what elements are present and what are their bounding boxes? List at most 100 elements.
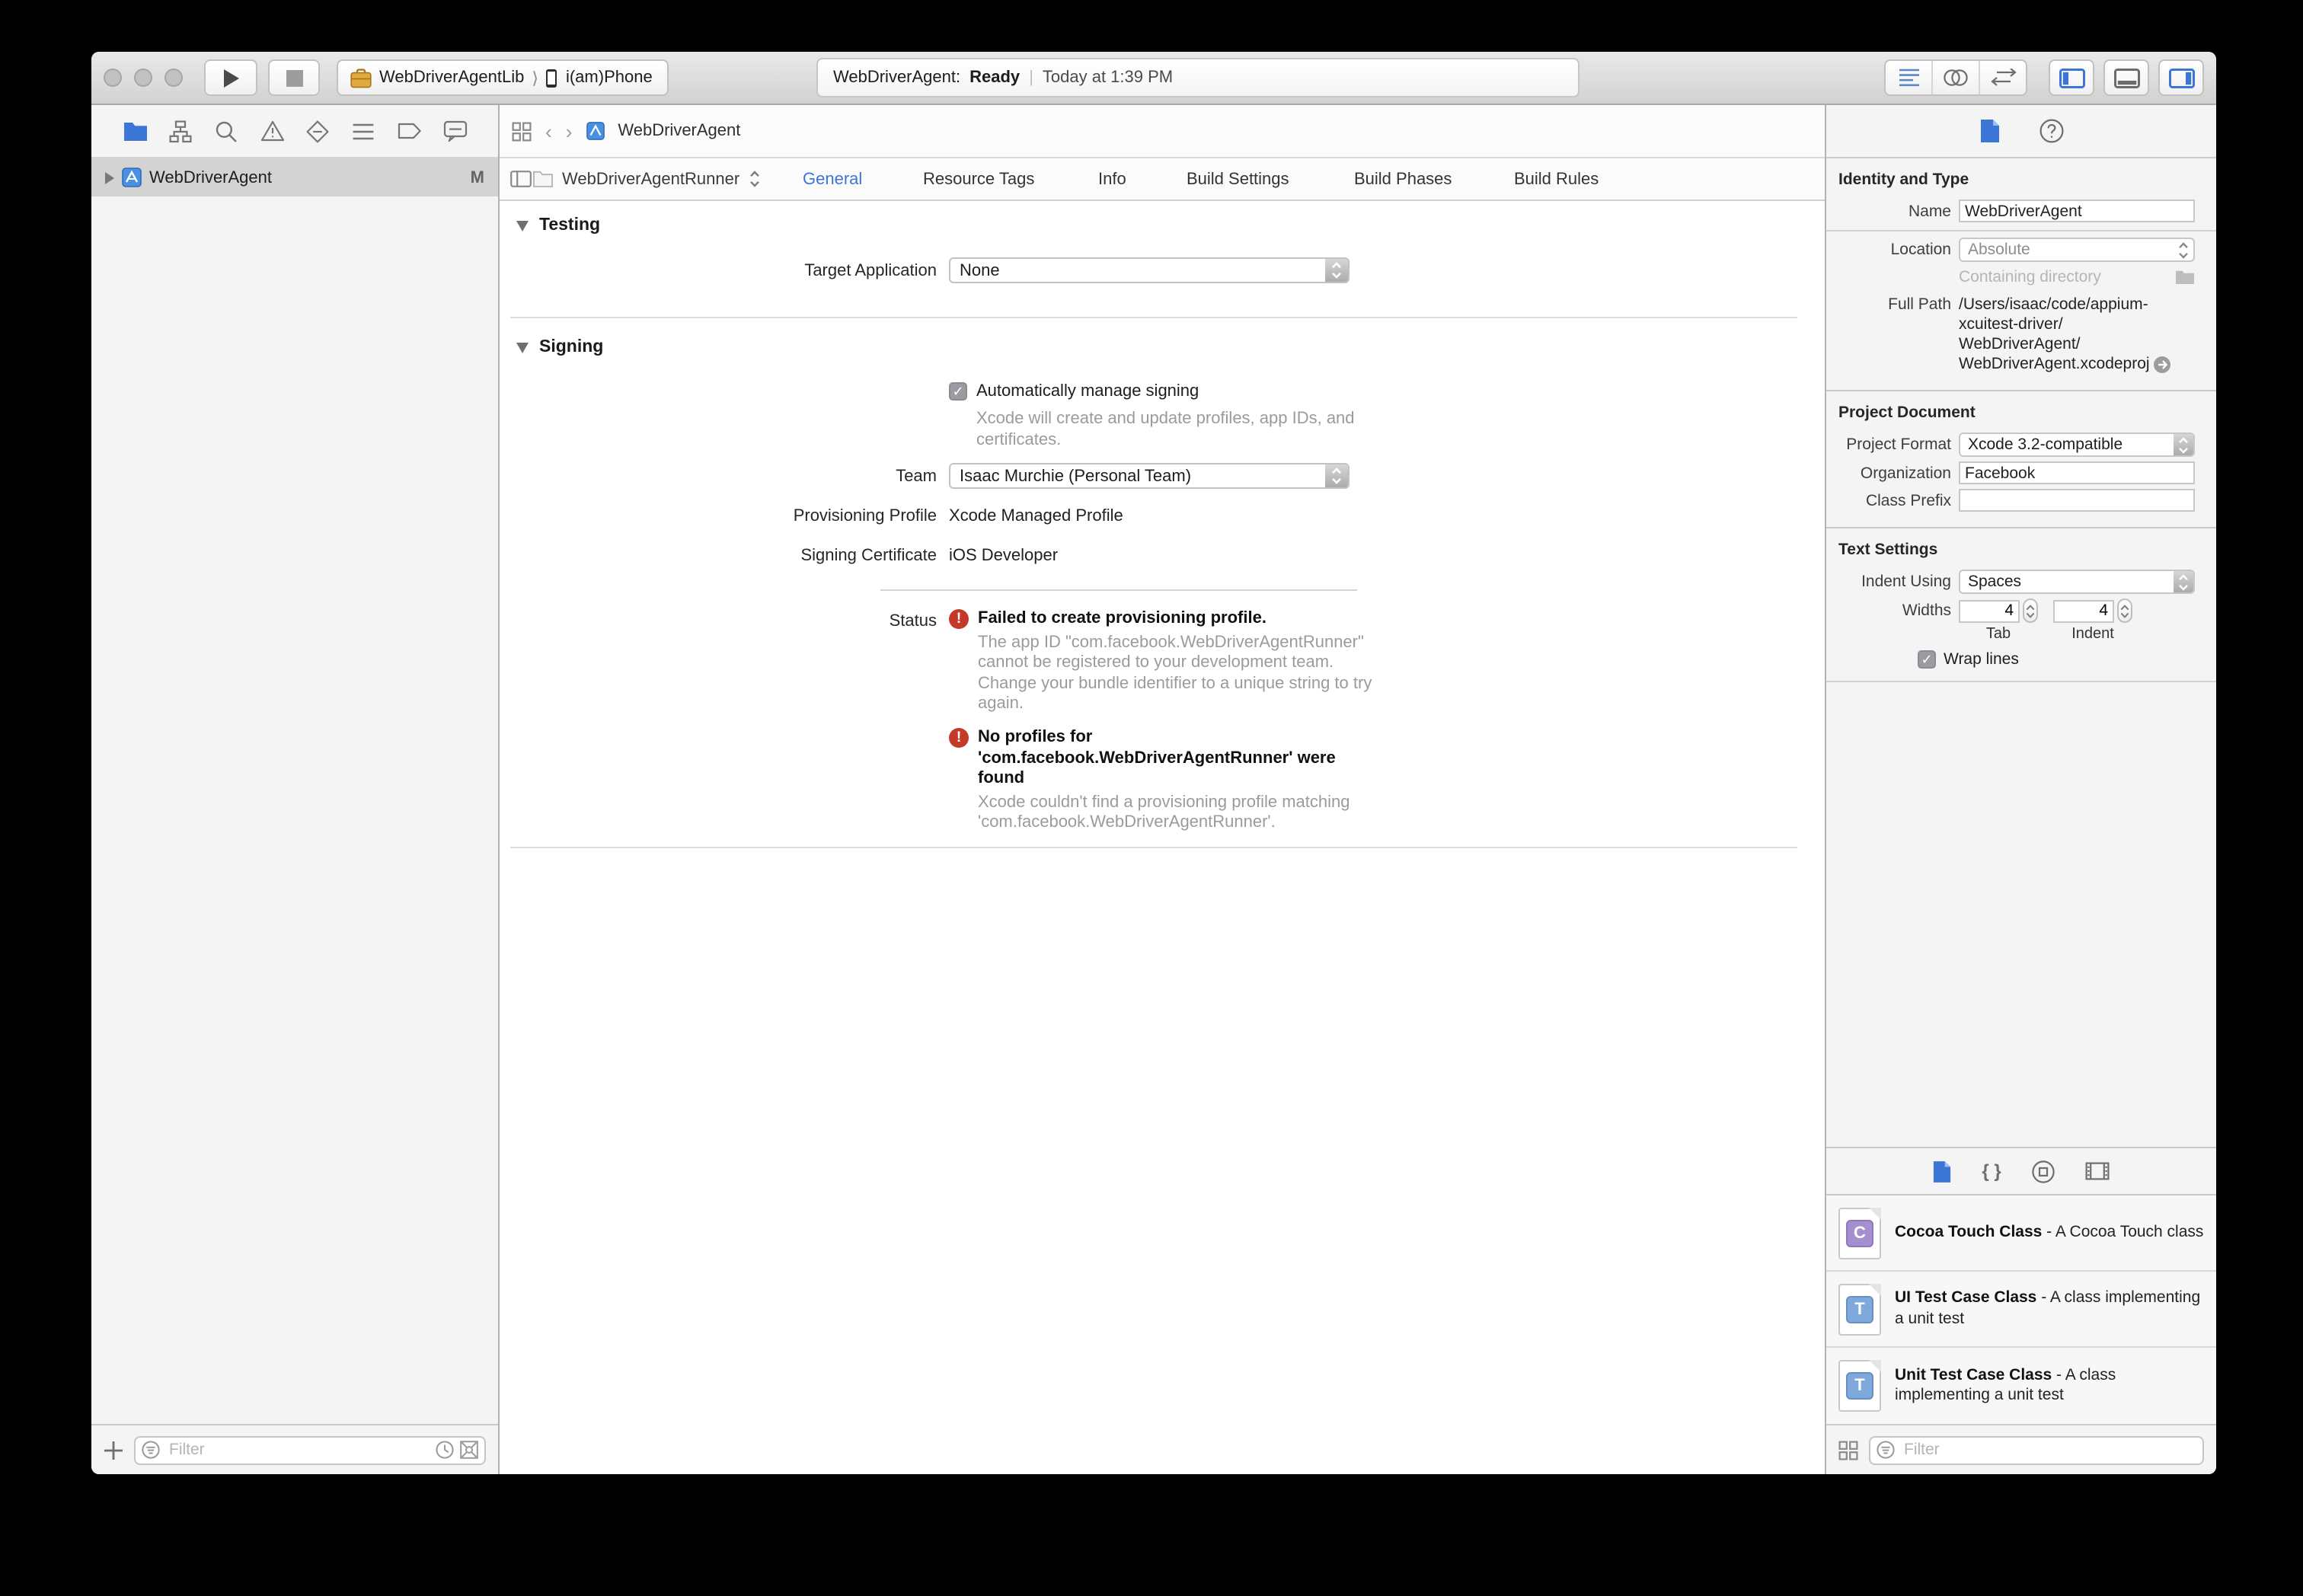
project-row[interactable]: WebDriverAgent M (91, 158, 498, 196)
find-navigator-icon[interactable] (212, 117, 240, 145)
signing-section-header[interactable]: Signing (516, 338, 603, 356)
disclosure-triangle-icon[interactable] (105, 171, 114, 184)
organization-label: Organization (1826, 464, 1951, 482)
minimize-window-button[interactable] (134, 69, 152, 87)
full-path-value: /Users/isaac/code/appium- xcuitest-drive… (1959, 295, 2195, 375)
media-library-icon[interactable] (2085, 1162, 2110, 1180)
library-item-cocoa-touch-class[interactable]: C Cocoa Touch Class - A Cocoa Touch clas… (1826, 1195, 2216, 1272)
scm-status-filter-icon[interactable] (460, 1441, 478, 1459)
test-navigator-icon[interactable] (304, 117, 331, 145)
class-badge: C (1846, 1219, 1873, 1246)
folded-corner (1869, 1360, 1881, 1372)
toggle-navigator-button[interactable] (2049, 59, 2094, 96)
add-icon[interactable] (104, 1440, 123, 1460)
folded-corner (1869, 1207, 1881, 1219)
briefcase-icon (350, 68, 372, 88)
filter-icon (1877, 1441, 1895, 1459)
class-prefix-input[interactable] (1960, 491, 2193, 509)
project-navigator-icon[interactable] (121, 117, 149, 145)
divider (1826, 230, 2216, 231)
indent-width-stepper[interactable] (2117, 598, 2132, 623)
target-selector[interactable]: WebDriverAgentRunner (533, 170, 759, 188)
tab-build-phases[interactable]: Build Phases (1354, 158, 1452, 200)
toggle-targets-list-icon[interactable] (510, 171, 532, 187)
indent-using-label: Indent Using (1826, 573, 1951, 591)
related-items-icon[interactable] (512, 121, 532, 141)
tab-width-input[interactable] (1960, 601, 2018, 621)
breakpoint-navigator-icon[interactable] (395, 117, 423, 145)
toggle-debug-area-button[interactable] (2103, 59, 2149, 96)
library-item-unit-test-case-class[interactable]: T Unit Test Case Class - A class impleme… (1826, 1348, 2216, 1424)
object-library-icon[interactable] (2032, 1160, 2055, 1183)
organization-field[interactable] (1959, 461, 2195, 484)
open-path-arrow-icon[interactable] (2154, 356, 2171, 373)
stop-button[interactable] (268, 59, 320, 96)
toolbar: WebDriverAgentLib ⟩ i(am)Phone WebDriver… (91, 52, 2216, 105)
tab-general[interactable]: General (803, 158, 862, 200)
library-item-title: Cocoa Touch Class (1895, 1223, 2042, 1241)
tab-width-field[interactable] (1959, 599, 2020, 622)
recent-files-icon[interactable] (436, 1441, 454, 1459)
traffic-lights (104, 69, 183, 87)
name-field[interactable] (1959, 200, 2195, 222)
indent-using-popup[interactable]: Spaces (1959, 570, 2195, 594)
run-button[interactable] (204, 59, 257, 96)
tab-info[interactable]: Info (1098, 158, 1126, 200)
quick-help-icon[interactable] (2039, 119, 2063, 143)
target-application-label: Target Application (500, 262, 937, 280)
go-forward-icon[interactable]: › (566, 121, 573, 141)
project-navigator-outline: WebDriverAgent M (91, 158, 498, 1424)
report-navigator-icon[interactable] (441, 117, 468, 145)
tab-build-settings[interactable]: Build Settings (1187, 158, 1289, 200)
status-project: WebDriverAgent: (833, 69, 960, 87)
navigator-filter-field[interactable] (134, 1435, 486, 1464)
zoom-window-button[interactable] (164, 69, 183, 87)
navigator-filter-bar (91, 1424, 498, 1474)
name-input[interactable] (1960, 202, 2193, 220)
standard-editor-button[interactable] (1886, 61, 1933, 94)
target-application-popup[interactable]: None (949, 257, 1350, 283)
class-prefix-field[interactable] (1959, 489, 2195, 512)
indent-width-input[interactable] (2055, 601, 2113, 621)
target-application-value: None (950, 261, 1325, 279)
section-disclosure-icon[interactable] (516, 342, 529, 353)
assistant-editor-button[interactable] (1933, 61, 1980, 94)
organization-input[interactable] (1960, 464, 2193, 482)
wrap-lines-checkbox[interactable]: ✓ (1918, 650, 1936, 669)
filter-icon (142, 1441, 160, 1459)
identity-header: Identity and Type (1826, 166, 2216, 195)
error-desc: The app ID "com.facebook.WebDriverAgentR… (978, 633, 1377, 715)
tab-width-stepper[interactable] (2023, 598, 2038, 623)
location-popup[interactable]: Absolute (1959, 238, 2195, 262)
library-filter-field[interactable] (1869, 1435, 2204, 1464)
debug-navigator-icon[interactable] (350, 117, 377, 145)
issue-navigator-icon[interactable] (258, 117, 286, 145)
scheme-selector[interactable]: WebDriverAgentLib ⟩ i(am)Phone (337, 59, 669, 96)
tab-resource-tags[interactable]: Resource Tags (923, 158, 1034, 200)
screen: WebDriverAgentLib ⟩ i(am)Phone WebDriver… (0, 0, 2303, 1596)
library-filter-input[interactable] (1901, 1439, 2196, 1460)
tab-build-rules[interactable]: Build Rules (1514, 158, 1599, 200)
grid-view-icon[interactable] (1838, 1440, 1858, 1460)
go-back-icon[interactable]: ‹ (545, 121, 552, 141)
indent-width-field[interactable] (2053, 599, 2114, 622)
standard-editor-icon (1897, 69, 1920, 87)
close-window-button[interactable] (104, 69, 122, 87)
project-format-popup[interactable]: Xcode 3.2-compatible (1959, 433, 2195, 457)
toggle-inspector-button[interactable] (2158, 59, 2204, 96)
section-disclosure-icon[interactable] (516, 220, 529, 231)
inspector-tab-bar (1826, 105, 2216, 158)
breadcrumb[interactable]: WebDriverAgent (618, 122, 740, 140)
team-popup[interactable]: Isaac Murchie (Personal Team) (949, 463, 1350, 489)
library-item-ui-test-case-class[interactable]: T UI Test Case Class - A class implement… (1826, 1272, 2216, 1348)
code-snippet-library-icon[interactable]: { } (1982, 1160, 2001, 1182)
target-name: WebDriverAgentRunner (562, 170, 739, 188)
testing-section-header[interactable]: Testing (516, 216, 600, 235)
symbol-navigator-icon[interactable] (167, 117, 194, 145)
file-inspector-icon[interactable] (1979, 119, 1999, 143)
file-template-library-icon[interactable] (1933, 1160, 1951, 1183)
version-editor-button[interactable] (1980, 61, 2026, 94)
auto-manage-signing-checkbox[interactable]: ✓ (949, 382, 967, 401)
navigator-filter-input[interactable] (166, 1439, 430, 1460)
choose-folder-icon[interactable] (2175, 270, 2195, 285)
